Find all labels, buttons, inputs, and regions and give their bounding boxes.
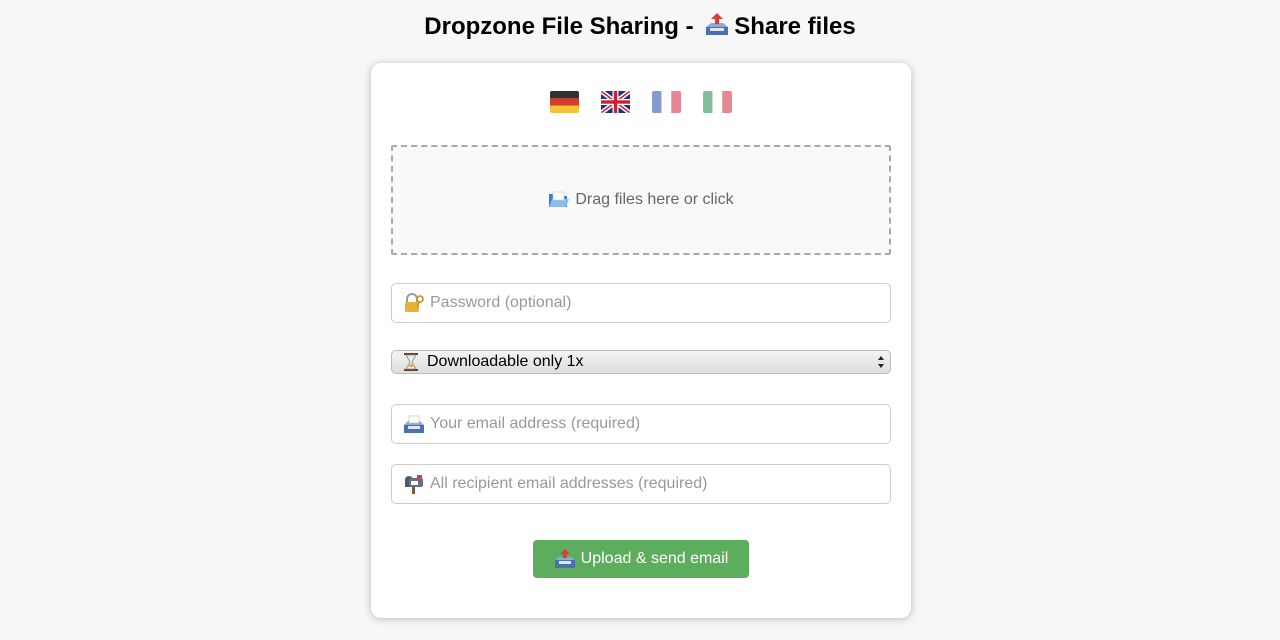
expiry-selected-value: Downloadable only 1x [427,353,584,370]
mailbox-icon [405,475,423,494]
lock-key-icon [405,293,424,312]
flag-it-icon[interactable] [703,91,732,113]
share-card: Drag files here or click Downloadable on… [371,63,911,618]
password-input[interactable] [430,285,890,321]
inbox-tray-icon [404,415,424,433]
outbox-tray-icon [706,13,729,35]
select-arrows-icon [878,356,884,368]
page-title: Dropzone File Sharing - Share files [0,12,1280,42]
flag-de-icon[interactable] [550,91,579,113]
file-dropzone[interactable]: Drag files here or click [391,145,891,255]
language-selector [371,91,911,113]
page-title-suffix: Share files [734,13,856,40]
recipients-field[interactable] [391,464,891,504]
flag-gb-icon[interactable] [601,91,630,113]
recipients-input[interactable] [430,466,890,502]
password-field[interactable] [391,283,891,323]
flag-fr-icon[interactable] [652,91,681,113]
hourglass-icon [404,353,418,371]
dropzone-label: Drag files here or click [575,191,734,208]
upload-send-button[interactable]: Upload & send email [533,540,749,578]
open-folder-icon [549,191,570,207]
page-title-text: Dropzone File Sharing - [424,13,701,40]
expiry-select[interactable]: Downloadable only 1x [391,350,891,374]
sender-email-field[interactable] [391,404,891,444]
outbox-tray-icon [554,549,575,568]
sender-email-input[interactable] [430,406,890,442]
upload-send-label: Upload & send email [580,550,729,567]
